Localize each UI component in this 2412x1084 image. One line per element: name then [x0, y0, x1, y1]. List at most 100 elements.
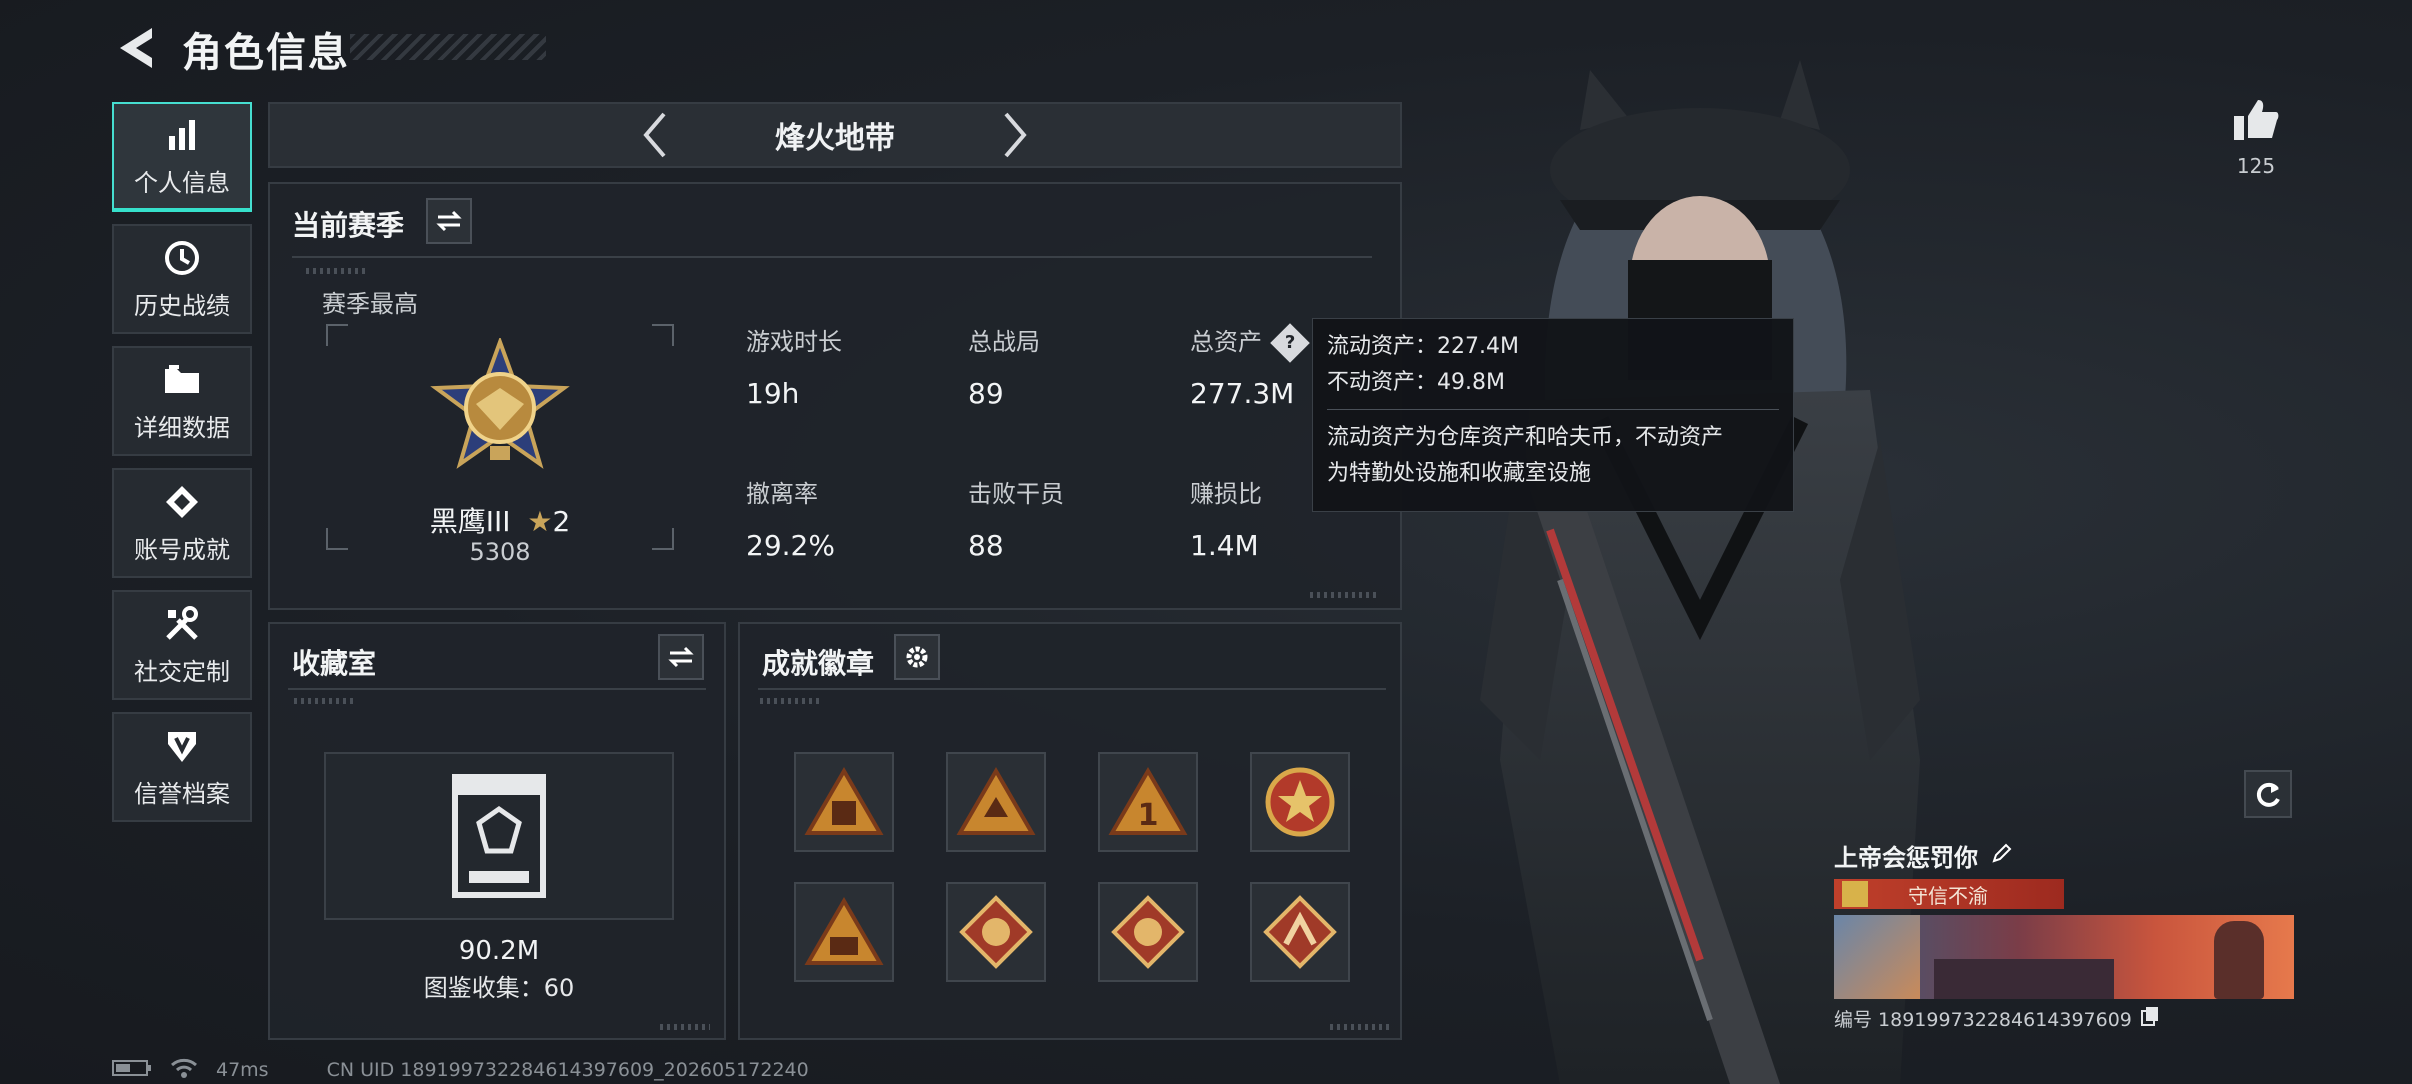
back-arrow-icon	[120, 28, 152, 68]
stat-label-text: 总资产	[1190, 328, 1262, 356]
help-icon[interactable]: ?	[1269, 323, 1310, 363]
nav-item-detail-data[interactable]: 详细数据	[112, 346, 252, 456]
badge-item[interactable]: 1	[1098, 752, 1198, 852]
svg-text:1: 1	[1138, 798, 1159, 833]
badge-item[interactable]	[1098, 882, 1198, 982]
divider	[292, 256, 1372, 258]
rank-score: 5308	[469, 538, 531, 566]
player-name: 上帝会惩罚你	[1834, 844, 1978, 872]
clock-icon	[162, 238, 202, 278]
top-bar: 角色信息	[0, 0, 2412, 100]
badge-item[interactable]	[794, 752, 894, 852]
achievement-badge-icon	[804, 897, 884, 965]
shield-icon	[162, 726, 202, 766]
tooltip-description-1: 流动资产为仓库资产和哈夫币，不动资产	[1327, 425, 1724, 450]
rank-name: 黑鹰III	[429, 505, 511, 538]
badge-item[interactable]	[946, 882, 1046, 982]
mode-name: 烽火地带	[775, 121, 895, 156]
edit-icon[interactable]	[1990, 841, 2014, 871]
dots-decoration	[306, 268, 366, 274]
collection-title: 收藏室	[292, 647, 377, 680]
gear-icon	[906, 646, 928, 668]
nav-item-credit-record[interactable]: 信誉档案	[112, 712, 252, 822]
dots-decoration	[294, 698, 354, 704]
achievement-badge-icon	[804, 767, 884, 835]
banner-thumb	[1834, 915, 1920, 999]
battery-icon	[112, 1058, 152, 1083]
rank-medal-icon	[430, 338, 570, 469]
badges-settings-button[interactable]	[894, 634, 940, 680]
divider	[758, 688, 1386, 690]
dots-decoration	[660, 1024, 710, 1030]
stat-value: 29.2%	[746, 529, 835, 562]
stat-value: 1.4M	[1190, 529, 1259, 562]
corner-decoration	[652, 324, 674, 346]
stat-value: 88	[968, 529, 1004, 562]
badge-item[interactable]	[794, 882, 894, 982]
season-panel: 当前赛季 赛季最高 黑鹰III ★2 5308 游戏时长 19h 总战局 89 …	[268, 182, 1402, 610]
tooltip-fixed-assets: 不动资产：49.8M	[1327, 370, 1505, 395]
banner-skyline	[1934, 959, 2114, 999]
stat-label: 撤离率	[746, 480, 818, 508]
wifi-icon	[170, 1057, 198, 1084]
rotate-model-button[interactable]	[2244, 770, 2292, 818]
uid-text: CN UID 18919973228461439​7609_2026051722…	[326, 1059, 809, 1081]
swap-icon	[668, 646, 694, 668]
vault-icon	[452, 774, 546, 898]
badges-panel: 成就徽章 1	[738, 622, 1402, 1040]
stat-label: 游戏时长	[746, 328, 842, 356]
nav-item-social-custom[interactable]: 社交定制	[112, 590, 252, 700]
player-id: 编号 18919973228461439​7609	[1834, 1009, 2132, 1031]
nav-label: 详细数据	[134, 413, 230, 442]
tooltip-divider	[1327, 409, 1779, 410]
stat-total-assets: 总资产 ? 277.3M	[1190, 322, 1310, 410]
stat-value: 89	[968, 377, 1004, 410]
collection-preview[interactable]	[324, 752, 674, 920]
badge-item[interactable]	[946, 752, 1046, 852]
nav-item-achievements[interactable]: 账号成就	[112, 468, 252, 578]
dots-decoration	[1330, 1024, 1390, 1030]
player-title: 守信不渝	[1908, 883, 1988, 908]
season-title: 当前赛季	[292, 209, 405, 242]
badge-item[interactable]	[1250, 882, 1350, 982]
nav-item-history[interactable]: 历史战绩	[112, 224, 252, 334]
tooltip-description-2: 为特勤处设施和收藏室设施	[1327, 461, 1592, 486]
player-title-badge: 守信不渝	[1834, 879, 2064, 909]
player-id-row: 编号 18919973228461439​7609	[1834, 1005, 2294, 1032]
prev-mode-button[interactable]	[625, 105, 685, 165]
back-button[interactable]	[112, 22, 158, 74]
next-mode-button[interactable]	[985, 105, 1045, 165]
achievement-badge-icon	[1265, 767, 1335, 837]
season-switch-button[interactable]	[426, 198, 472, 244]
title-emblem-icon	[1842, 881, 1868, 907]
chevron-right-icon	[1004, 112, 1027, 158]
stat-kills: 击败干员 88	[968, 474, 1064, 562]
player-banner[interactable]	[1834, 915, 2294, 999]
side-nav: 个人信息 历史战绩 详细数据 账号成就 社交定制 信誉档案	[112, 102, 252, 834]
thumbs-up-icon	[2234, 100, 2279, 140]
page-title: 角色信息	[182, 30, 350, 76]
collection-switch-button[interactable]	[658, 634, 704, 680]
like-button[interactable]: 125	[2226, 98, 2286, 178]
copy-icon[interactable]	[2140, 1005, 2160, 1032]
chevron-left-icon	[643, 112, 666, 158]
refresh-icon	[2256, 782, 2280, 807]
stat-play-time: 游戏时长 19h	[746, 322, 842, 410]
title-decoration	[350, 34, 546, 60]
assets-tooltip: 流动资产：227.4M 不动资产：49.8M 流动资产为仓库资产和哈夫币，不动资…	[1312, 318, 1794, 512]
badge-item[interactable]	[1250, 752, 1350, 852]
stat-extract-rate: 撤离率 29.2%	[746, 474, 835, 562]
achievement-badge-icon	[956, 767, 1036, 835]
nav-label: 历史战绩	[134, 291, 230, 320]
achievement-badge-icon: 1	[1108, 767, 1188, 835]
player-card: 上帝会惩罚你 守信不渝 编号 18919973228461439​7609	[1834, 838, 2294, 1048]
achievement-badge-icon	[959, 895, 1033, 969]
tools-icon	[162, 604, 202, 644]
status-bar: 47ms CN UID 18919973228461439​7609_20260…	[112, 1056, 809, 1084]
nav-item-personal-info[interactable]: 个人信息	[112, 102, 252, 212]
collection-value: 90.2M	[458, 936, 540, 966]
nav-label: 个人信息	[134, 168, 230, 197]
corner-decoration	[326, 324, 348, 346]
collection-panel: 收藏室 90.2M 图鉴收集：60	[268, 622, 726, 1040]
dots-decoration	[1310, 592, 1380, 598]
